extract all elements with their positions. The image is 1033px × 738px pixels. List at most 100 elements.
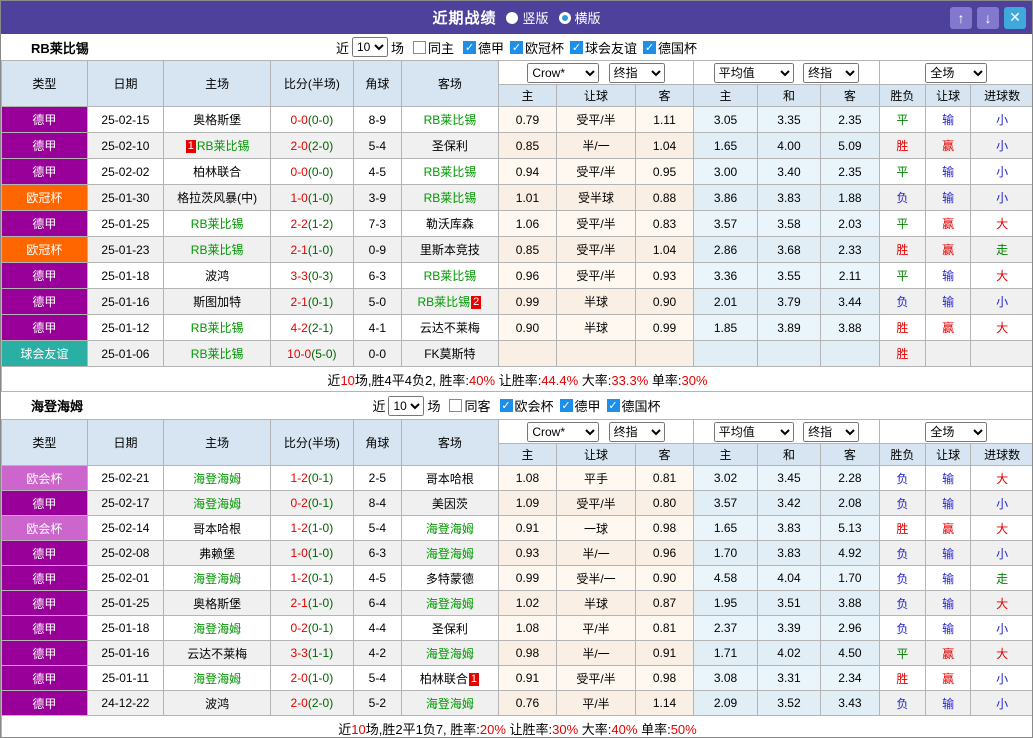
league-filter-球会友谊[interactable]: ✓球会友谊 [564, 38, 637, 57]
odds-away: 0.98 [635, 666, 693, 691]
match-date: 25-01-06 [87, 341, 164, 367]
same-away-checkbox[interactable]: 同客 [443, 396, 490, 415]
result-handicap: 输 [926, 691, 971, 716]
league-badge: 德甲 [2, 566, 88, 591]
league-filter-欧冠杯[interactable]: ✓欧冠杯 [504, 38, 564, 57]
handicap-line: 受平/半 [557, 211, 636, 237]
avg-draw-odds: 3.58 [757, 211, 820, 237]
match-row: 德甲25-02-08弗赖堡1-0(1-0)6-3海登海姆0.93半/一0.961… [2, 541, 1033, 566]
result-goals: 小 [971, 159, 1033, 185]
league-filter-欧会杯[interactable]: ✓欧会杯 [494, 396, 554, 415]
match-row: 德甲25-02-15奥格斯堡0-0(0-0)8-9RB莱比锡0.79受平/半1.… [2, 107, 1033, 133]
filterbar-rb-leipzig: RB莱比锡 近 10 场 同主 ✓德甲✓欧冠杯✓球会友谊✓德国杯 [1, 34, 1032, 60]
team-name: 奥格斯堡 [193, 113, 241, 127]
result-wdl: 负 [879, 541, 925, 566]
odds-home: 1.02 [498, 591, 556, 616]
halftime-score: (0-1) [308, 621, 333, 635]
match-count-select[interactable]: 10 [352, 37, 388, 57]
league-filter-德国杯[interactable]: ✓德国杯 [637, 38, 697, 57]
handicap-line: 平手 [557, 466, 636, 491]
bookmaker-select[interactable]: Crow* [527, 422, 599, 442]
team-name: RB莱比锡 [191, 321, 244, 335]
halftime-score: (0-1) [308, 471, 333, 485]
result-goals: 大 [971, 516, 1033, 541]
result-goals: 大 [971, 211, 1033, 237]
section-heidenheim: 海登海姆 近 10 场 同客 ✓欧会杯✓德甲✓德国杯 类型 [1, 392, 1032, 738]
league-filter-德甲[interactable]: ✓德甲 [554, 396, 601, 415]
halftime-score: (1-0) [308, 596, 333, 610]
match-date: 25-01-12 [87, 315, 164, 341]
fulltime-select[interactable]: 全场 [925, 63, 987, 83]
halftime-score: (1-0) [308, 243, 333, 257]
radio-vertical-layout[interactable]: 竖版 [506, 8, 548, 27]
avg-home-odds: 1.65 [694, 516, 757, 541]
home-team: 奥格斯堡 [164, 107, 271, 133]
corner-count: 4-1 [353, 315, 401, 341]
match-count-select[interactable]: 10 [388, 396, 424, 416]
fulltime-score: 0-0 [291, 113, 308, 127]
checkbox-checked-icon: ✓ [463, 41, 476, 54]
league-filter-group: ✓欧会杯✓德甲✓德国杯 [494, 396, 661, 415]
sub-header-avg-draw: 和 [757, 85, 820, 107]
match-date: 25-01-25 [87, 211, 164, 237]
avg-away-odds: 2.33 [821, 237, 879, 263]
odds-home: 0.85 [498, 237, 556, 263]
bookmaker-select[interactable]: Crow* [527, 63, 599, 83]
result-handicap: 输 [926, 289, 971, 315]
result-goals: 小 [971, 616, 1033, 641]
same-home-checkbox[interactable]: 同主 [407, 38, 454, 57]
fulltime-select[interactable]: 全场 [925, 422, 987, 442]
match-row: 德甲25-01-16斯图加特2-1(0-1)5-0RB莱比锡20.99半球0.9… [2, 289, 1033, 315]
avg-draw-odds: 3.39 [757, 616, 820, 641]
away-team: 勒沃库森 [402, 211, 499, 237]
avg-draw-odds: 3.45 [757, 466, 820, 491]
result-wdl: 负 [879, 591, 925, 616]
home-team: 云达不莱梅 [164, 641, 271, 666]
team-name: 波鸿 [205, 697, 229, 711]
average-select[interactable]: 平均值 [714, 63, 794, 83]
match-row: 欧会杯25-02-14哥本哈根1-2(1-0)5-4海登海姆0.91一球0.98… [2, 516, 1033, 541]
result-goals: 大 [971, 591, 1033, 616]
odds-time-select[interactable]: 终指 [609, 63, 665, 83]
close-button[interactable]: ✕ [1004, 7, 1026, 29]
halftime-score: (0-1) [308, 571, 333, 585]
handicap-line: 受平/半 [557, 159, 636, 185]
league-badge: 德甲 [2, 159, 88, 185]
odds-time-select[interactable]: 终指 [609, 422, 665, 442]
sub-header-odds-away: 客 [635, 444, 693, 466]
games-label: 场 [427, 396, 440, 415]
corner-count: 2-5 [353, 466, 401, 491]
team-name: RB莱比锡 [191, 347, 244, 361]
scroll-up-button[interactable]: ↑ [950, 7, 972, 29]
result-handicap: 赢 [926, 133, 971, 159]
average-select[interactable]: 平均值 [714, 422, 794, 442]
radio-horizontal-layout[interactable]: 横版 [559, 8, 601, 27]
home-team: 海登海姆 [164, 491, 271, 516]
team-name: 海登海姆 [31, 396, 83, 415]
avg-home-odds: 3.36 [694, 263, 757, 289]
league-badge: 德甲 [2, 591, 88, 616]
league-filter-德甲[interactable]: ✓德甲 [457, 38, 504, 57]
match-row: 欧冠杯25-01-23RB莱比锡2-1(1-0)0-9里斯本竞技0.85受平/半… [2, 237, 1033, 263]
league-filter-德国杯[interactable]: ✓德国杯 [601, 396, 661, 415]
match-row: 德甲25-01-18海登海姆0-2(0-1)4-4圣保利1.08平/半0.812… [2, 616, 1033, 641]
team-name: 里斯本竞技 [420, 243, 480, 257]
result-group-header: 全场 [879, 420, 1033, 444]
result-goals: 小 [971, 666, 1033, 691]
halftime-score: (2-0) [308, 139, 333, 153]
odds-home: 0.99 [498, 566, 556, 591]
team-name: 海登海姆 [193, 472, 241, 486]
match-date: 25-01-18 [87, 263, 164, 289]
avg-time-select[interactable]: 终指 [803, 422, 859, 442]
match-row: 德甲25-02-01海登海姆1-2(0-1)4-5多特蒙德0.99受半/一0.9… [2, 566, 1033, 591]
odds-away: 0.90 [635, 566, 693, 591]
col-header-date: 日期 [87, 61, 164, 107]
match-row: 德甲25-01-18波鸿3-3(0-3)6-3RB莱比锡0.96受平/半0.93… [2, 263, 1033, 289]
avg-home-odds: 2.09 [694, 691, 757, 716]
match-date: 25-02-17 [87, 491, 164, 516]
scroll-down-button[interactable]: ↓ [977, 7, 999, 29]
avg-time-select[interactable]: 终指 [803, 63, 859, 83]
near-label: 近 [336, 38, 349, 57]
match-date: 25-01-11 [87, 666, 164, 691]
avg-draw-odds: 3.31 [757, 666, 820, 691]
